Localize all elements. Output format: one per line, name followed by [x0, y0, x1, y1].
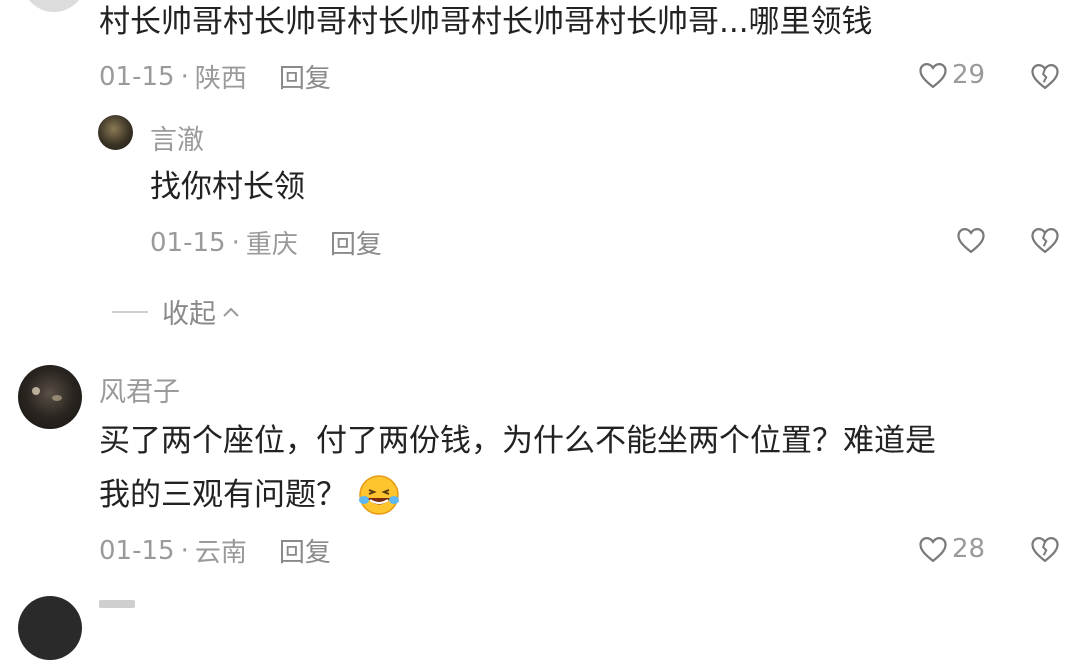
- avatar[interactable]: [98, 115, 133, 150]
- reply-username[interactable]: 言澈: [150, 118, 204, 157]
- like-button[interactable]: 29: [918, 60, 985, 90]
- broken-heart-icon: [1031, 227, 1059, 254]
- heart-icon: [957, 227, 985, 254]
- reply-date: 01-15: [150, 227, 226, 258]
- comment-text: 我的三观有问题？: [99, 477, 347, 513]
- reply-button[interactable]: 回复: [279, 58, 331, 95]
- heart-icon: [919, 536, 947, 563]
- reply-meta: 01-15 · 重庆 回复: [150, 224, 382, 261]
- reply-button[interactable]: 回复: [279, 532, 331, 569]
- meta-separator: ·: [180, 61, 189, 92]
- collapse-label: 收起: [162, 299, 216, 330]
- like-count: 29: [952, 60, 986, 90]
- avatar-detail: [32, 387, 40, 395]
- broken-heart-icon: [1031, 63, 1059, 90]
- like-button[interactable]: [956, 226, 986, 254]
- comment-location: 云南: [194, 538, 247, 568]
- dislike-button[interactable]: [1030, 535, 1060, 567]
- reply-text: 找你村长领: [150, 169, 305, 205]
- broken-heart-icon: [1031, 536, 1059, 563]
- comment-text-line-2: 我的三观有问题？: [99, 473, 401, 517]
- collapse-replies-button[interactable]: 收起: [112, 292, 240, 331]
- comment-text: 村长帅哥村长帅哥村长帅哥村长帅哥村长帅哥...哪里领钱: [99, 4, 873, 40]
- reply-location: 重庆: [245, 230, 298, 260]
- avatar-detail: [52, 395, 62, 401]
- username-next: [99, 600, 135, 608]
- dislike-button[interactable]: [1030, 226, 1060, 258]
- comment-meta: 01-15 · 云南 回复: [99, 532, 331, 569]
- like-button[interactable]: 28: [918, 534, 985, 564]
- comment-text-line: 买了两个座位，付了两份钱，为什么不能坐两个位置？难道是: [99, 423, 936, 459]
- meta-separator: ·: [180, 535, 189, 566]
- heart-icon: [919, 62, 947, 89]
- laughing-tears-emoji-icon: [359, 475, 399, 515]
- dislike-button[interactable]: [1030, 62, 1060, 94]
- like-count: 28: [952, 534, 986, 564]
- comment-date: 01-15: [99, 535, 175, 566]
- comment-date: 01-15: [99, 61, 175, 92]
- comment-username[interactable]: 风君子: [99, 370, 180, 409]
- avatar[interactable]: [18, 365, 82, 429]
- comment-meta: 01-15 · 陕西 回复: [99, 58, 331, 95]
- reply-button[interactable]: 回复: [330, 224, 382, 261]
- chevron-up-icon: [223, 307, 239, 317]
- avatar-top[interactable]: [22, 0, 86, 12]
- avatar-next[interactable]: [18, 596, 82, 660]
- divider: [112, 310, 148, 313]
- comment-location: 陕西: [194, 64, 247, 94]
- meta-separator: ·: [231, 227, 240, 258]
